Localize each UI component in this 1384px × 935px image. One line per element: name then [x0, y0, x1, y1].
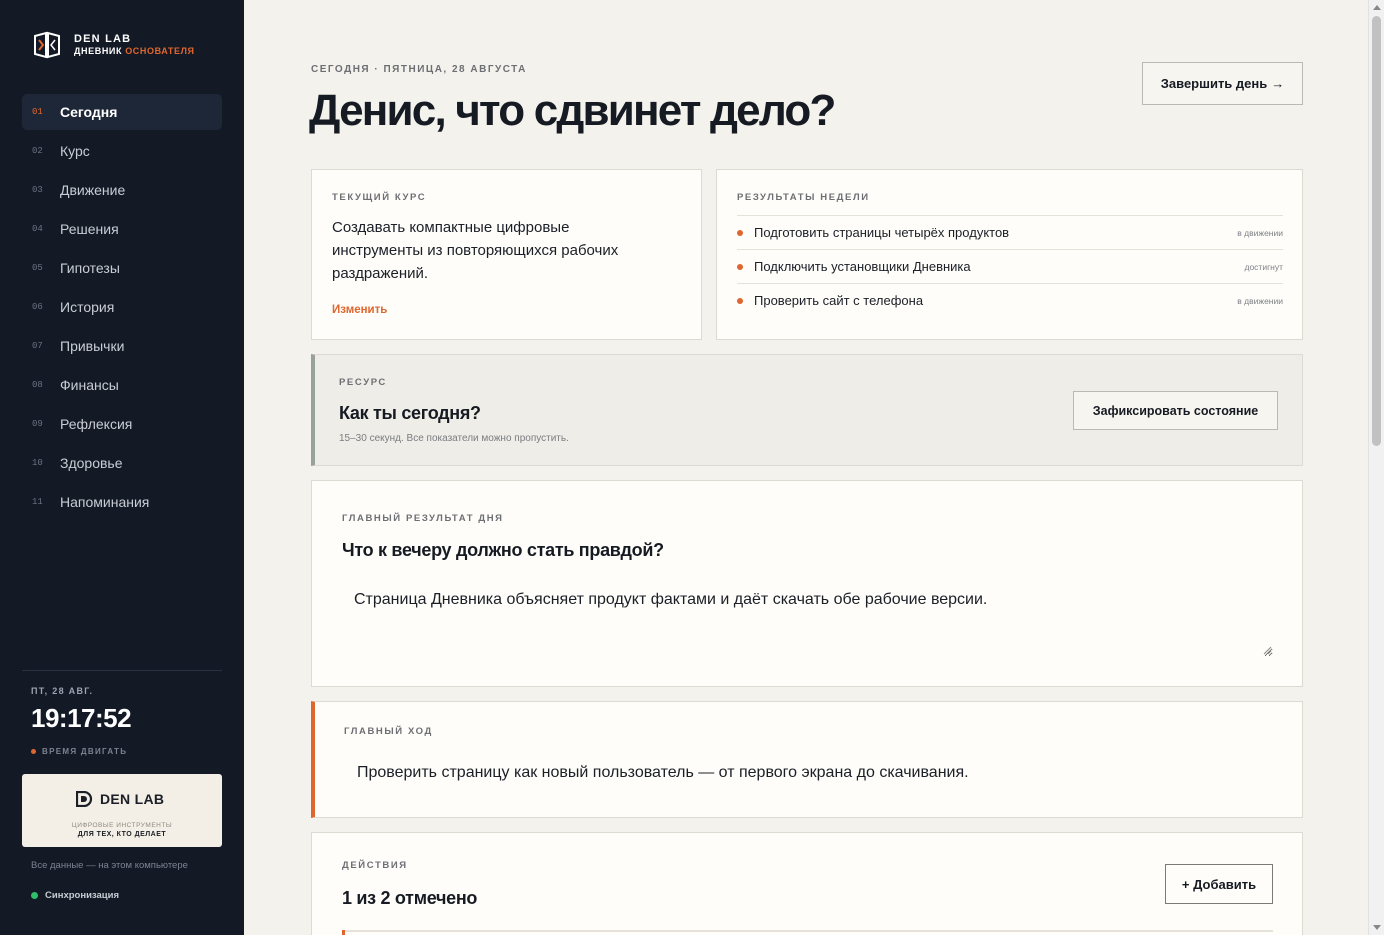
sidebar-item-health[interactable]: 10 Здоровье	[22, 445, 222, 481]
card-label: РЕСУРС	[339, 377, 387, 388]
resource-card: РЕСУРС Как ты сегодня? 15–30 секунд. Все…	[311, 354, 1303, 466]
finish-day-button[interactable]: Завершить день →	[1142, 62, 1303, 105]
current-course-card: ТЕКУЩИЙ КУРС Создавать компактные цифров…	[311, 169, 702, 340]
result-text: Подключить установщики Дневника	[754, 259, 971, 274]
sync-status-icon	[31, 892, 38, 899]
sidebar-item-course[interactable]: 02 Курс	[22, 133, 222, 169]
add-action-button[interactable]: + Добавить	[1165, 864, 1273, 904]
card-label: ДЕЙСТВИЯ	[342, 860, 408, 871]
scrollbar-thumb[interactable]	[1372, 16, 1381, 446]
sidebar-item-hypotheses[interactable]: 05 Гипотезы	[22, 250, 222, 286]
actions-summary: 1 из 2 отмечено	[342, 888, 478, 908]
sidebar-motto: ВРЕМЯ ДВИГАТЬ	[31, 747, 127, 756]
sidebar-date: ПТ, 28 АВГ.	[31, 686, 94, 696]
nav-number: 10	[32, 458, 43, 468]
sidebar-divider	[22, 670, 222, 671]
week-results-list: Подготовить страницы четырёх продуктов в…	[737, 215, 1283, 317]
nav-number: 07	[32, 341, 43, 351]
sidebar-clock: 19:17:52	[31, 703, 132, 733]
sidebar-item-label: Гипотезы	[60, 260, 120, 276]
page-eyebrow: СЕГОДНЯ · ПЯТНИЦА, 28 АВГУСТА	[311, 64, 527, 75]
record-state-button[interactable]: Зафиксировать состояние	[1073, 391, 1278, 430]
main-result-input[interactable]	[342, 581, 1273, 657]
sidebar-item-label: Сегодня	[60, 104, 118, 120]
list-item[interactable]: Подготовить страницы четырёх продуктов в…	[737, 215, 1283, 249]
promo-logo: DEN LAB	[76, 791, 164, 807]
sidebar-item-reflection[interactable]: 09 Рефлексия	[22, 406, 222, 442]
sidebar-item-history[interactable]: 06 История	[22, 289, 222, 325]
result-text: Проверить сайт с телефона	[754, 293, 924, 308]
sidebar-item-decisions[interactable]: 04 Решения	[22, 211, 222, 247]
main-move-text[interactable]: Проверить страницу как новый пользовател…	[357, 764, 969, 782]
sidebar-item-label: Здоровье	[60, 455, 123, 471]
card-label: РЕЗУЛЬТАТЫ НЕДЕЛИ	[737, 192, 870, 203]
sidebar-item-finance[interactable]: 08 Финансы	[22, 367, 222, 403]
brand[interactable]: DEN LAB ДНЕВНИК ОСНОВАТЕЛЯ	[32, 30, 195, 60]
nav-number: 02	[32, 146, 43, 156]
brand-name: DEN LAB	[74, 33, 132, 45]
promo-card[interactable]: DEN LAB ЦИФРОВЫЕ ИНСТРУМЕНТЫ ДЛЯ ТЕХ, КТ…	[22, 774, 222, 847]
actions-card: ДЕЙСТВИЯ 1 из 2 отмечено + Добавить	[311, 832, 1303, 935]
nav-number: 04	[32, 224, 43, 234]
nav-number: 08	[32, 380, 43, 390]
resource-title: Как ты сегодня?	[339, 403, 481, 423]
action-item-accent	[342, 930, 345, 935]
bullet-icon	[737, 297, 743, 304]
nav-number: 03	[32, 185, 43, 195]
course-text: Создавать компактные цифровые инструмент…	[332, 219, 619, 282]
page-scrollbar[interactable]	[1368, 0, 1384, 935]
promo-tagline-2: ДЛЯ ТЕХ, КТО ДЕЛАЕТ	[77, 831, 167, 838]
sidebar-item-label: Напоминания	[60, 494, 150, 510]
sidebar-item-label: Движение	[60, 182, 126, 198]
list-item[interactable]: Подключить установщики Дневника достигну…	[737, 249, 1283, 283]
sidebar-item-habits[interactable]: 07 Привычки	[22, 328, 222, 364]
card-label: ГЛАВНЫЙ ХОД	[344, 726, 433, 737]
page-title: Денис, что сдвинет дело?	[309, 86, 836, 135]
list-item[interactable]: Проверить сайт с телефона в движении	[737, 283, 1283, 317]
bullet-icon	[737, 229, 743, 236]
sidebar-item-label: Решения	[60, 221, 119, 237]
nav-number: 06	[32, 302, 43, 312]
local-storage-note: Все данные — на этом компьютере	[31, 860, 188, 871]
week-results-card: РЕЗУЛЬТАТЫ НЕДЕЛИ Подготовить страницы ч…	[716, 169, 1303, 340]
scroll-down-icon[interactable]	[1373, 925, 1381, 930]
sidebar-item-reminders[interactable]: 11 Напоминания	[22, 484, 222, 520]
promo-name: DEN LAB	[100, 791, 165, 807]
motto-dot-icon	[31, 749, 36, 754]
actions-divider	[342, 930, 1273, 932]
den-lab-mark-icon	[76, 791, 93, 807]
main-move-card: ГЛАВНЫЙ ХОД Проверить страницу как новый…	[311, 701, 1303, 818]
sidebar-item-movement[interactable]: 03 Движение	[22, 172, 222, 208]
arrow-right-icon: →	[1271, 76, 1285, 91]
status-badge: достигнут	[1244, 261, 1283, 272]
card-label: ГЛАВНЫЙ РЕЗУЛЬТАТ ДНЯ	[342, 513, 504, 524]
nav-number: 09	[32, 419, 43, 429]
brand-subtitle: ДНЕВНИК ОСНОВАТЕЛЯ	[74, 46, 195, 57]
sidebar-item-label: Курс	[60, 143, 90, 159]
resize-handle-icon[interactable]	[1262, 645, 1272, 655]
nav-number: 01	[32, 107, 43, 117]
sidebar: DEN LAB ДНЕВНИК ОСНОВАТЕЛЯ 01 Сегодня 02…	[0, 0, 244, 935]
sidebar-item-label: Финансы	[60, 377, 119, 393]
bullet-icon	[737, 263, 743, 270]
sidebar-item-label: История	[60, 299, 115, 315]
sidebar-nav: 01 Сегодня 02 Курс 03 Движение 04 Решени…	[22, 94, 222, 523]
sync-status[interactable]: Синхронизация	[31, 890, 119, 901]
edit-course-link[interactable]: Изменить	[332, 304, 387, 316]
sidebar-item-today[interactable]: 01 Сегодня	[22, 94, 222, 130]
promo-tagline-1: ЦИФРОВЫЕ ИНСТРУМЕНТЫ	[71, 822, 173, 829]
scroll-up-icon[interactable]	[1373, 5, 1381, 10]
main-result-title: Что к вечеру должно стать правдой?	[342, 540, 664, 560]
sidebar-item-label: Рефлексия	[60, 416, 133, 432]
main-result-card: ГЛАВНЫЙ РЕЗУЛЬТАТ ДНЯ Что к вечеру должн…	[311, 480, 1303, 687]
sidebar-item-label: Привычки	[60, 338, 125, 354]
nav-number: 11	[32, 497, 43, 507]
den-lab-logo-icon	[34, 31, 60, 59]
card-label: ТЕКУЩИЙ КУРС	[332, 192, 427, 203]
status-badge: в движении	[1237, 227, 1283, 238]
nav-number: 05	[32, 263, 43, 273]
result-text: Подготовить страницы четырёх продуктов	[754, 225, 1010, 240]
resource-hint: 15–30 секунд. Все показатели можно пропу…	[339, 433, 569, 444]
status-badge: в движении	[1237, 295, 1283, 306]
